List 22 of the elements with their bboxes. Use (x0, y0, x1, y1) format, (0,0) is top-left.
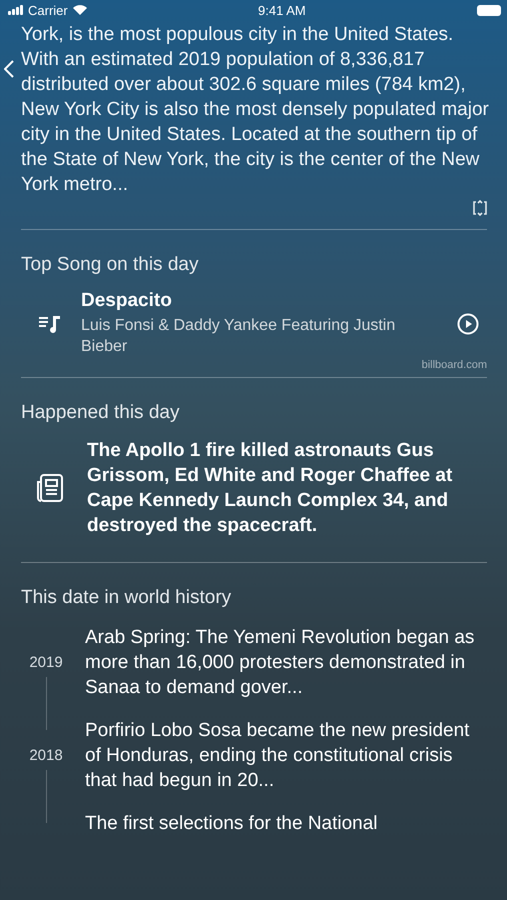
event-text: The Apollo 1 fire killed astronauts Gus Grissom, Ed White and Roger Chaffee at Cape Kennedy Launch Complex 34, and destroyed the spacecraft. (87, 439, 454, 538)
music-list-icon (39, 314, 61, 334)
year-label: 2019 (29, 653, 63, 673)
expand-icon[interactable] (471, 199, 489, 217)
history-event-text: Porfirio Lobo Sosa became the new president of Honduras, ending the constitutional crisis that had begun in 20... (85, 719, 470, 793)
section-heading: Top Song on this day (21, 254, 200, 276)
history-event-text: Arab Spring: The Yemeni Revolution began as more than 16,000 protesters demonstrated in Sanaa to demand gover... (85, 626, 476, 700)
song-title: Despacito (81, 290, 173, 312)
year-label: 2018 (29, 746, 63, 766)
battery-icon (477, 4, 501, 16)
section-heading: Happened this day (21, 402, 180, 424)
play-button[interactable] (457, 312, 479, 334)
signal-icon (8, 5, 23, 15)
section-heading: This date in world history (21, 587, 232, 609)
carrier-name: Carrier (28, 2, 68, 18)
source-label: billboard.com (422, 359, 487, 371)
song-artist: Luis Fonsi & Daddy Yankee Featuring Justin Bieber (81, 316, 396, 357)
summary-text: York, is the most populous city in the United States. With an estimated 2019 population of 8,336,817 distributed over about 302.6 square miles (784 km2), New York City is also the most densely populated major city in the United States. Located at the southern tip of the State of New York, the city is the center of the New York metro... (21, 23, 489, 197)
clock-time: 9:41 AM (258, 2, 306, 18)
wifi-icon (72, 5, 87, 15)
history-event-text: The first selections for the National (85, 812, 379, 836)
back-button[interactable] (4, 60, 14, 78)
